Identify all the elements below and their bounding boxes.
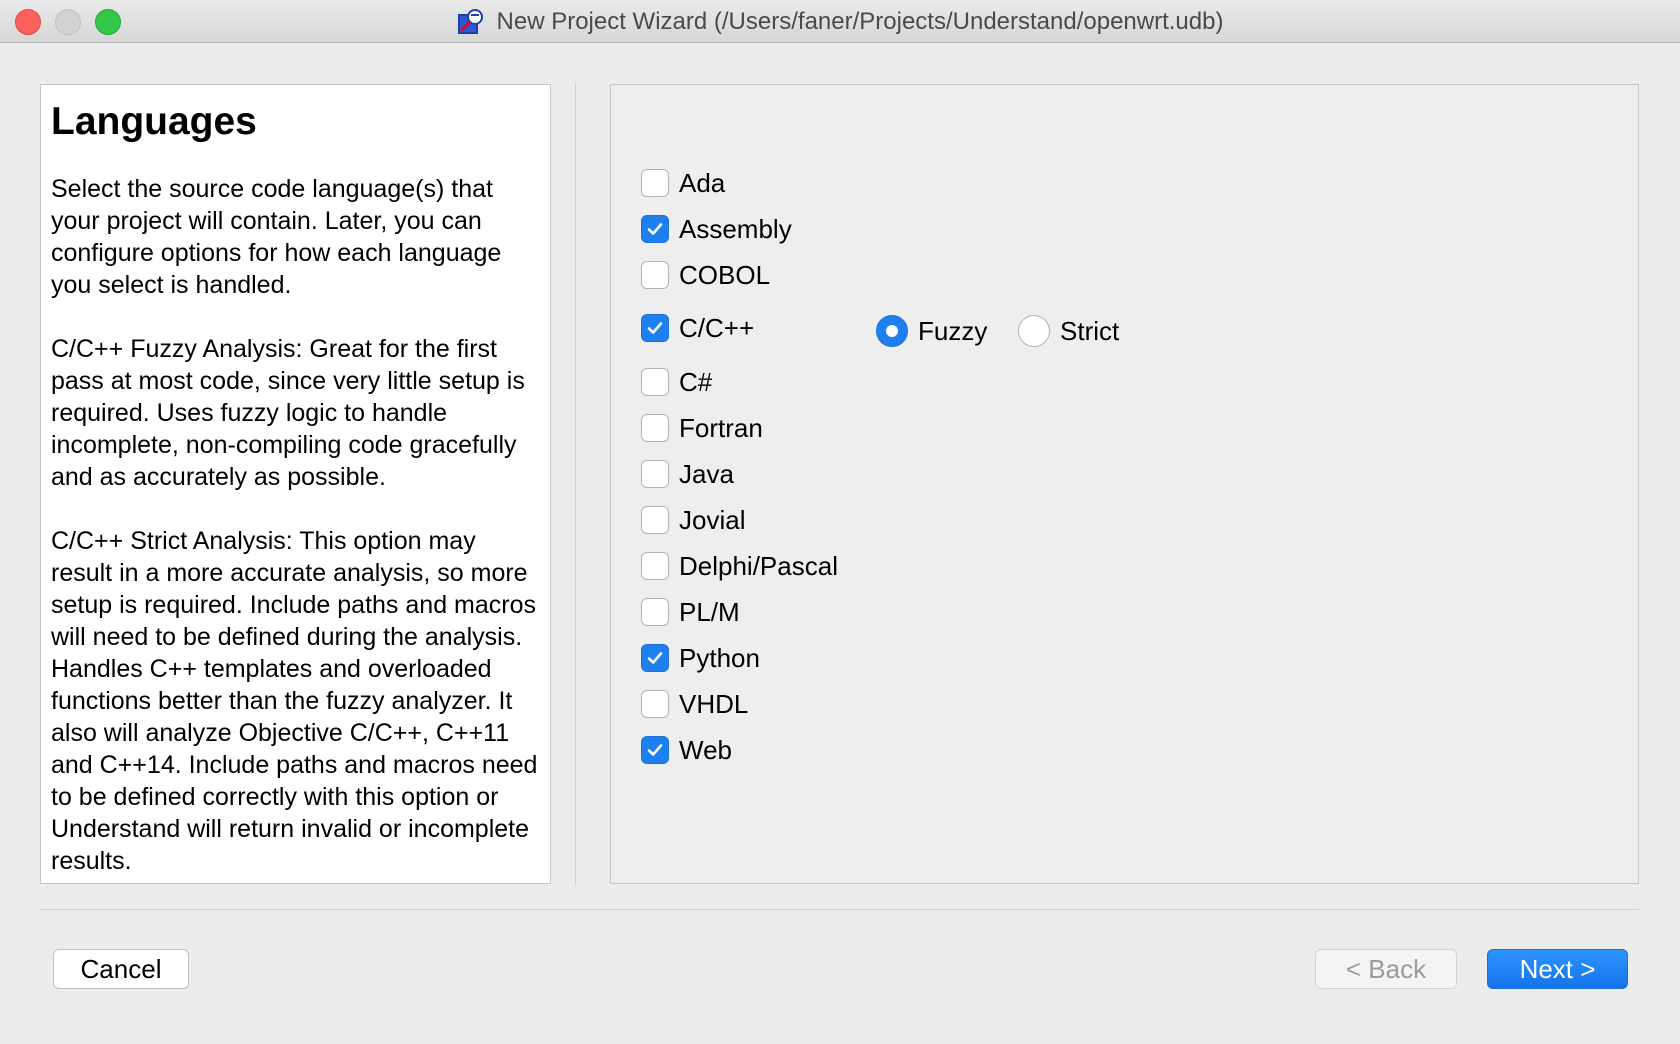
window-title: New Project Wizard (/Users/faner/Project… bbox=[496, 7, 1224, 35]
language-label: Jovial bbox=[679, 504, 746, 535]
language-option-vhdl[interactable]: VHDL bbox=[641, 688, 748, 720]
understand-app-icon bbox=[457, 8, 483, 34]
vhdl-checkbox[interactable] bbox=[641, 690, 669, 718]
web-checkbox[interactable] bbox=[641, 736, 669, 764]
csharp-checkbox[interactable] bbox=[641, 368, 669, 396]
fortran-checkbox[interactable] bbox=[641, 414, 669, 442]
new-project-wizard-window: New Project Wizard (/Users/faner/Project… bbox=[0, 0, 1680, 1044]
checkmark-icon bbox=[647, 652, 663, 664]
delphi-pascal-checkbox[interactable] bbox=[641, 552, 669, 580]
language-label: C/C++ bbox=[679, 312, 755, 343]
assembly-checkbox[interactable] bbox=[641, 215, 669, 243]
panel-divider bbox=[575, 84, 576, 884]
language-label: Fortran bbox=[679, 412, 763, 443]
language-label: C# bbox=[679, 366, 713, 397]
cancel-button[interactable]: Cancel bbox=[53, 949, 189, 989]
language-option-ada[interactable]: Ada bbox=[641, 167, 725, 199]
language-label: Web bbox=[679, 734, 732, 765]
cobol-checkbox[interactable] bbox=[641, 261, 669, 289]
language-option-cpp[interactable]: C/C++ bbox=[641, 312, 754, 344]
language-label: COBOL bbox=[679, 259, 771, 290]
language-option-python[interactable]: Python bbox=[641, 642, 760, 674]
back-button[interactable]: < Back bbox=[1315, 949, 1457, 989]
strict-label: Strict bbox=[1060, 315, 1120, 346]
checkmark-icon bbox=[647, 322, 663, 334]
cpp-mode-fuzzy[interactable]: Fuzzy bbox=[876, 313, 987, 349]
next-button[interactable]: Next > bbox=[1487, 949, 1628, 989]
plm-checkbox[interactable] bbox=[641, 598, 669, 626]
language-label: Delphi/Pascal bbox=[679, 550, 838, 581]
title-bar[interactable]: New Project Wizard (/Users/faner/Project… bbox=[0, 0, 1680, 43]
language-option-java[interactable]: Java bbox=[641, 458, 734, 490]
language-option-web[interactable]: Web bbox=[641, 734, 732, 766]
language-option-fortran[interactable]: Fortran bbox=[641, 412, 763, 444]
language-option-assembly[interactable]: Assembly bbox=[641, 213, 792, 245]
language-option-csharp[interactable]: C# bbox=[641, 366, 712, 398]
java-checkbox[interactable] bbox=[641, 460, 669, 488]
ada-checkbox[interactable] bbox=[641, 169, 669, 197]
language-label: Assembly bbox=[679, 213, 792, 244]
help-paragraph-strict: C/C++ Strict Analysis: This option may r… bbox=[51, 527, 538, 875]
footer-divider bbox=[40, 909, 1639, 910]
language-label: Python bbox=[679, 642, 760, 673]
language-option-plm[interactable]: PL/M bbox=[641, 596, 740, 628]
language-option-delphi-pascal[interactable]: Delphi/Pascal bbox=[641, 550, 838, 582]
help-text: Select the source code language(s) that … bbox=[51, 173, 541, 883]
strict-radio[interactable] bbox=[1018, 315, 1050, 347]
jovial-checkbox[interactable] bbox=[641, 506, 669, 534]
fuzzy-label: Fuzzy bbox=[918, 315, 988, 346]
language-label: PL/M bbox=[679, 596, 740, 627]
language-option-jovial[interactable]: Jovial bbox=[641, 504, 745, 536]
languages-panel: Ada Assembly COBOL C/C++ Fuzzy Strict C#… bbox=[610, 84, 1639, 884]
checkmark-icon bbox=[647, 223, 663, 235]
title-container: New Project Wizard (/Users/faner/Project… bbox=[0, 0, 1680, 43]
help-paragraph-fuzzy: C/C++ Fuzzy Analysis: Great for the firs… bbox=[51, 335, 525, 491]
help-panel: Languages Select the source code languag… bbox=[40, 84, 551, 884]
python-checkbox[interactable] bbox=[641, 644, 669, 672]
fuzzy-radio[interactable] bbox=[876, 315, 908, 347]
checkmark-icon bbox=[647, 744, 663, 756]
language-label: Ada bbox=[679, 167, 726, 198]
help-paragraph-intro: Select the source code language(s) that … bbox=[51, 175, 502, 299]
radio-dot-icon bbox=[886, 325, 898, 337]
help-heading: Languages bbox=[51, 100, 257, 143]
cpp-mode-strict[interactable]: Strict bbox=[1018, 313, 1119, 349]
language-label: Java bbox=[679, 458, 734, 489]
language-option-cobol[interactable]: COBOL bbox=[641, 259, 770, 291]
language-label: VHDL bbox=[679, 688, 749, 719]
cpp-checkbox[interactable] bbox=[641, 314, 669, 342]
